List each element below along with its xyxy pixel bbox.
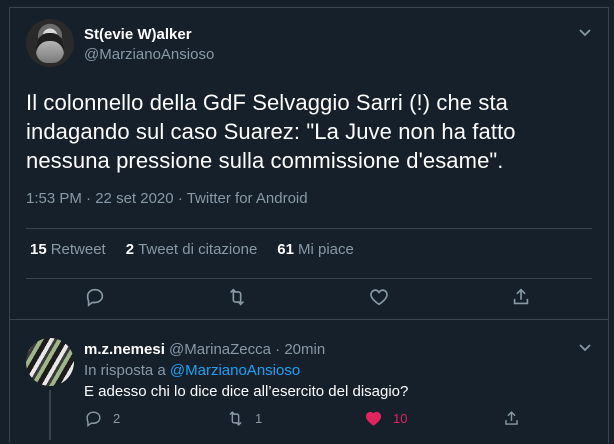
- chevron-down-icon[interactable]: [578, 26, 592, 41]
- tweet-meta: 1:53 PM · 22 set 2020 · Twitter for Andr…: [26, 190, 308, 207]
- tweet-stats: 15 Retweet 2 Tweet di citazione 61 Mi piace: [30, 241, 354, 258]
- main-tweet[interactable]: St(evie W)alker @MarzianoAnsioso Il colo…: [10, 8, 608, 320]
- tweet-text: Il colonnello della GdF Selvaggio Sarri …: [26, 90, 516, 173]
- share-icon: [513, 288, 529, 305]
- timeline-frame: St(evie W)alker @MarzianoAnsioso Il colo…: [9, 7, 609, 443]
- author-handle[interactable]: @MarzianoAnsioso: [84, 46, 214, 63]
- replying-to-label: In risposta a: [84, 362, 166, 379]
- reply-icon: [86, 288, 104, 307]
- retweets-stat[interactable]: 15 Retweet: [30, 241, 106, 258]
- reply-reply-button[interactable]: 2: [84, 409, 120, 428]
- reply-header: m.z.nemesi @MarinaZecca · 20min: [84, 341, 325, 358]
- thread-line: [49, 390, 51, 440]
- quotes-stat[interactable]: 2 Tweet di citazione: [126, 241, 258, 258]
- reply-actions: 2 1 10: [84, 409, 524, 433]
- reply-button[interactable]: [84, 286, 108, 310]
- likes-stat[interactable]: 61 Mi piace: [277, 241, 354, 258]
- tweet-actions: [10, 286, 608, 316]
- tweet-source[interactable]: Twitter for Android: [187, 190, 308, 207]
- tweet-time[interactable]: 1:53 PM: [26, 190, 82, 207]
- share-button[interactable]: [510, 286, 534, 310]
- likes-label: Mi piace: [297, 241, 354, 258]
- retweet-icon: [229, 288, 245, 306]
- replying-to: In risposta a @MarzianoAnsioso: [84, 362, 300, 379]
- like-button[interactable]: [368, 286, 392, 310]
- reply-time[interactable]: 20min: [284, 341, 325, 358]
- reply-text: E adesso chi lo dice dice all’esercito d…: [84, 383, 409, 400]
- heart-icon: [370, 289, 388, 306]
- divider: [26, 228, 592, 229]
- reply-icon: [86, 411, 101, 428]
- separator-dot: ·: [177, 190, 187, 207]
- separator-dot: ·: [275, 341, 285, 358]
- reply-replies-count: 2: [113, 411, 121, 426]
- reply-like-button[interactable]: 10: [364, 409, 407, 428]
- retweet-icon: [229, 411, 242, 426]
- retweets-label: Retweet: [50, 241, 106, 258]
- reply-retweet-button[interactable]: 1: [226, 409, 262, 428]
- avatar[interactable]: [26, 338, 74, 386]
- quotes-label: Tweet di citazione: [138, 241, 258, 258]
- retweet-button[interactable]: [226, 286, 250, 310]
- quotes-count: 2: [125, 241, 135, 258]
- retweets-count: 15: [30, 241, 47, 258]
- divider: [26, 278, 592, 279]
- reply-retweets-count: 1: [255, 411, 263, 426]
- heart-icon: [365, 411, 382, 426]
- author-display-name[interactable]: St(evie W)alker: [84, 26, 192, 43]
- reply-author-display-name[interactable]: m.z.nemesi: [84, 341, 165, 358]
- share-icon: [505, 411, 518, 425]
- reply-author-handle[interactable]: @MarinaZecca: [169, 341, 271, 358]
- chevron-down-icon[interactable]: [578, 341, 592, 356]
- avatar[interactable]: [26, 19, 74, 67]
- tweet-date[interactable]: 22 set 2020: [95, 190, 173, 207]
- reply-share-button[interactable]: [502, 409, 521, 428]
- separator-dot: ·: [86, 190, 96, 207]
- reply-tweet[interactable]: m.z.nemesi @MarinaZecca · 20min In rispo…: [10, 320, 608, 444]
- replying-to-handle[interactable]: @MarzianoAnsioso: [170, 362, 300, 379]
- reply-likes-count: 10: [393, 411, 408, 426]
- likes-count: 61: [277, 241, 294, 258]
